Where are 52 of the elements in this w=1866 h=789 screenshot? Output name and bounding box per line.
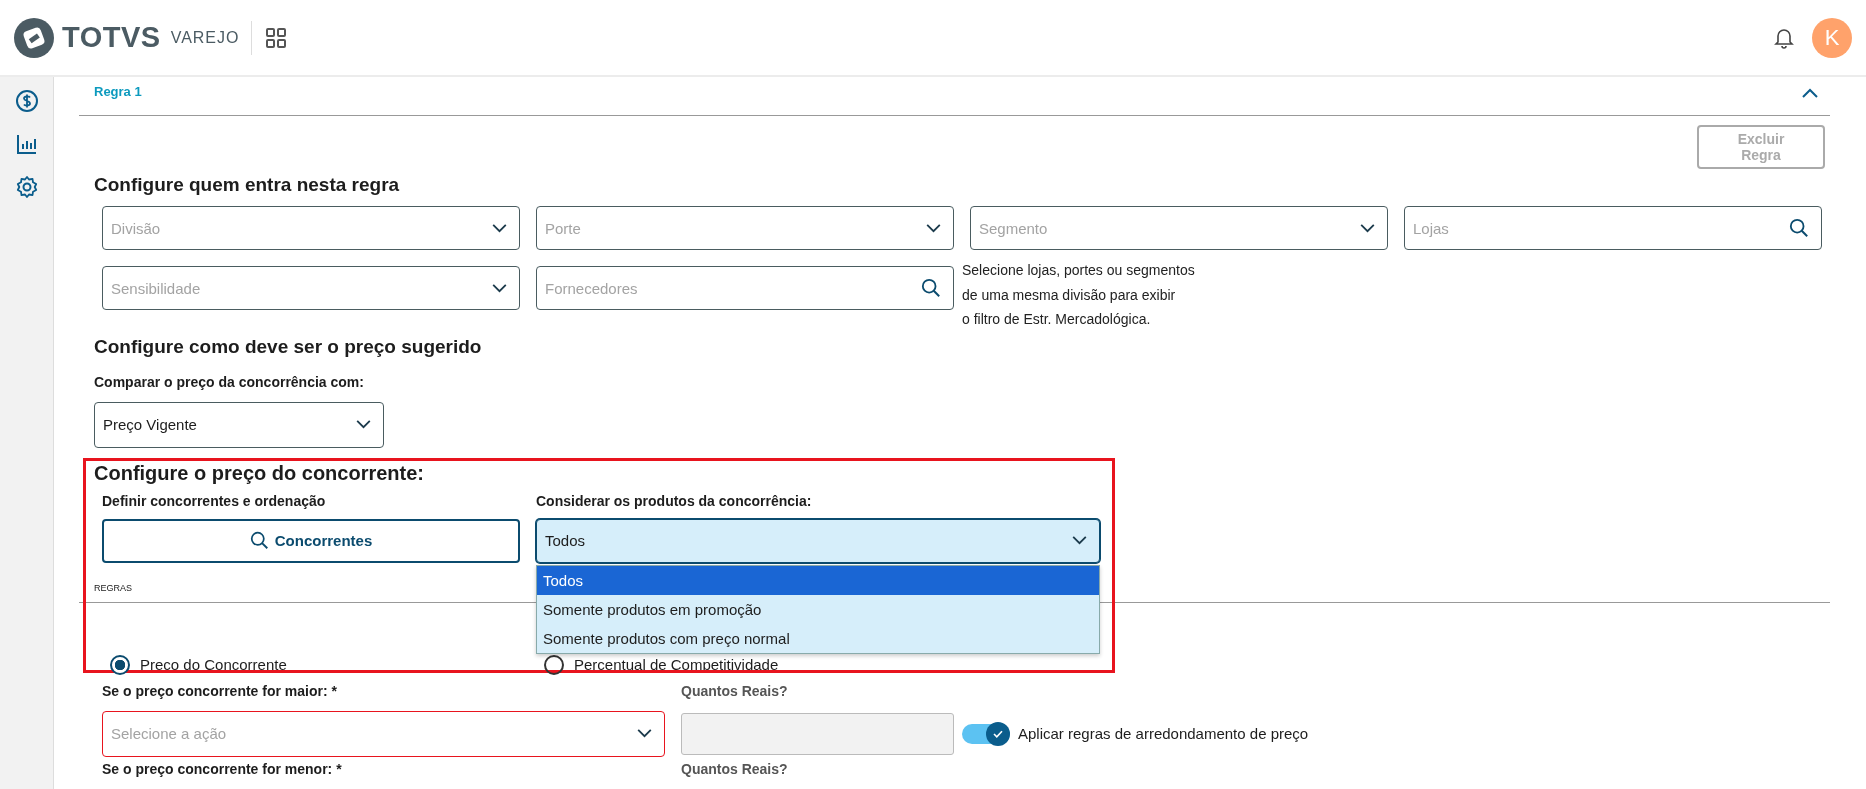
- dropdown-option[interactable]: Somente produtos em promoção: [537, 594, 1099, 624]
- toggle-switch[interactable]: [962, 723, 1010, 744]
- field-label: Considerar os produtos da concorrência:: [536, 492, 813, 509]
- brand-name: TOTVS: [62, 21, 161, 54]
- logo-icon: [14, 17, 54, 58]
- field-label: Quantos Reais?: [681, 682, 789, 699]
- chevron-down-icon: [926, 223, 941, 233]
- search-icon: [921, 278, 941, 298]
- dropdown-option[interactable]: Todos: [537, 565, 1099, 595]
- chevron-down-icon: [637, 729, 652, 738]
- product-name: VAREJO: [170, 28, 240, 47]
- toggle-label: Aplicar regras de arredondamento de preço: [1018, 725, 1309, 742]
- radio-option[interactable]: Preço do Concorrente: [110, 654, 528, 675]
- chevron-down-icon: [356, 420, 371, 429]
- chevron-down-icon: [492, 223, 507, 233]
- competitors-button[interactable]: Concorrentes: [102, 518, 520, 563]
- field-label: Definir concorrentes e ordenação: [102, 492, 327, 509]
- search-field[interactable]: Fornecedores: [536, 266, 954, 310]
- amount-field[interactable]: [681, 712, 954, 755]
- field-label: Se o preço concorrente for menor: *: [102, 760, 343, 777]
- select-field[interactable]: Todos: [536, 518, 1100, 563]
- chevron-down-icon: [492, 283, 507, 293]
- radio-option[interactable]: Percentual de Competitividade: [544, 654, 944, 675]
- field-label: Se o preço concorrente for maior: *: [102, 682, 338, 699]
- settings-icon[interactable]: [14, 175, 39, 199]
- user-avatar[interactable]: K: [1812, 17, 1852, 58]
- bar-chart-icon[interactable]: [14, 132, 39, 156]
- select-field[interactable]: Sensibilidade: [102, 266, 520, 310]
- section-heading: Configure quem entra nesta regra: [94, 174, 401, 197]
- dollar-icon[interactable]: [14, 89, 39, 113]
- field-label: Quantos Reais?: [681, 760, 789, 777]
- section-title[interactable]: Regra 1: [94, 84, 142, 99]
- select-field[interactable]: Divisão: [102, 206, 520, 250]
- section-heading: Configure como deve ser o preço sugerido: [94, 335, 483, 359]
- select-field[interactable]: Porte: [536, 206, 954, 250]
- chevron-down-icon: [1072, 536, 1087, 545]
- search-icon: [1789, 218, 1809, 238]
- search-field[interactable]: Lojas: [1404, 206, 1822, 250]
- rules-label: REGRAS: [94, 582, 133, 593]
- field-label: Comparar o preço da concorrência com:: [94, 373, 365, 390]
- check-icon: [993, 729, 1003, 738]
- search-icon: [249, 531, 269, 550]
- chevron-down-icon: [1360, 223, 1375, 233]
- chevron-up-icon[interactable]: [1802, 88, 1818, 98]
- select-field[interactable]: Segmento: [970, 206, 1388, 250]
- apps-grid-icon[interactable]: [266, 27, 287, 48]
- select-field[interactable]: Selecione a ação: [102, 710, 665, 757]
- dropdown-option[interactable]: Somente produtos com preço normal: [537, 623, 1099, 653]
- select-field[interactable]: Preço Vigente: [94, 401, 384, 448]
- filter-hint: Selecione lojas, portes ou segmentos de uma mesma divisão para exibir o filtro de Estr. Mercadológica.: [962, 261, 1196, 329]
- notification-bell-icon[interactable]: [1774, 26, 1794, 49]
- section-heading: Configure o preço do concorrente:: [94, 461, 426, 486]
